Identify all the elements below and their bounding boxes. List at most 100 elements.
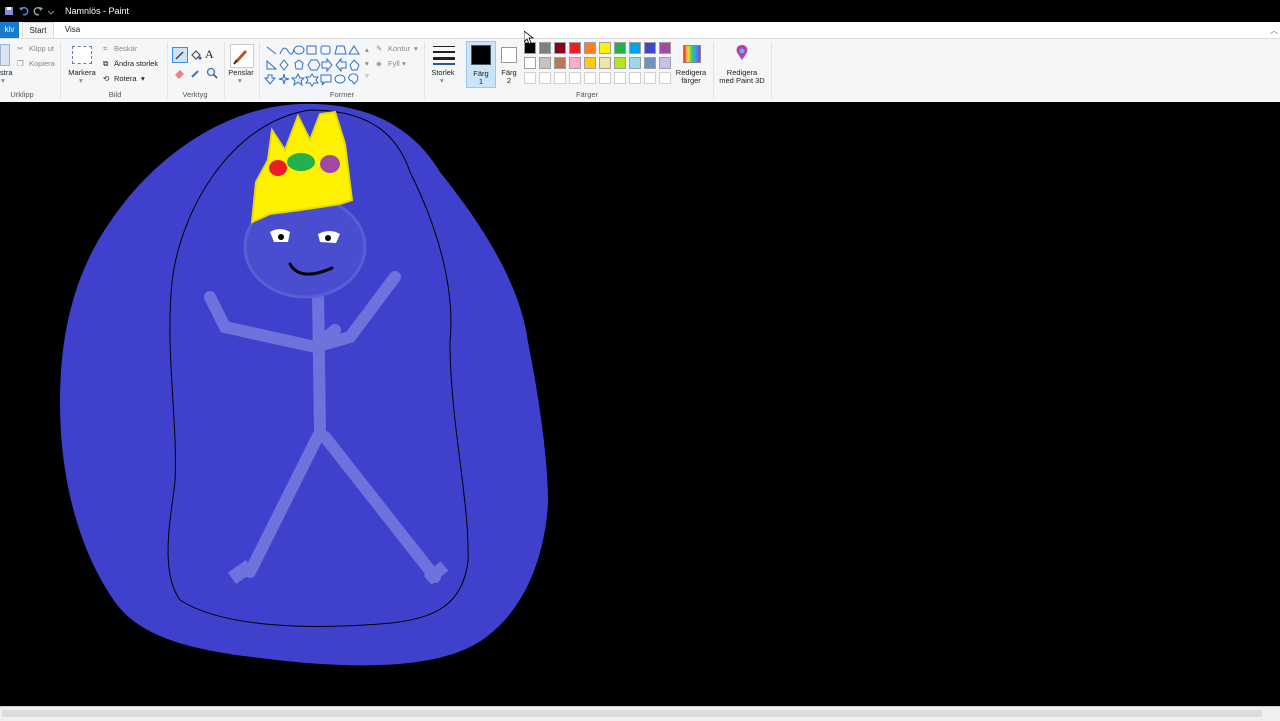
- color-swatch[interactable]: [614, 42, 626, 54]
- color-swatch[interactable]: [614, 57, 626, 69]
- paste-dropdown-icon[interactable]: ▾: [1, 76, 5, 85]
- shapes-scroll-down-icon[interactable]: ▾: [365, 59, 369, 68]
- color-swatch[interactable]: [584, 72, 596, 84]
- rotate-icon: ⟲: [103, 74, 110, 83]
- color1-label-index: 1: [478, 77, 484, 86]
- redo-icon[interactable]: [33, 6, 43, 16]
- text-icon[interactable]: A: [205, 47, 219, 61]
- color2-label-index: 2: [506, 76, 512, 85]
- group-label-image: Bild: [108, 90, 122, 99]
- group-label-clipboard: Urklipp: [10, 90, 34, 99]
- ribbon-tab-bar: kiv Start Visa ︿: [0, 22, 1280, 38]
- color-swatch[interactable]: [569, 72, 581, 84]
- ribbon-separator: [60, 42, 61, 98]
- shapes-more-icon[interactable]: ▿: [365, 71, 369, 80]
- paste-icon[interactable]: [0, 44, 10, 66]
- color2-button[interactable]: Färg 2: [496, 41, 522, 86]
- color-swatch[interactable]: [644, 57, 656, 69]
- window-title: Namnlös - Paint: [65, 6, 130, 16]
- color-swatch[interactable]: [599, 57, 611, 69]
- select-icon[interactable]: [72, 46, 92, 64]
- color-swatch[interactable]: [659, 57, 671, 69]
- color-swatch[interactable]: [584, 42, 596, 54]
- crown-gem-red: [269, 160, 287, 176]
- rotate-dropdown-icon[interactable]: ▾: [141, 74, 145, 83]
- color-swatch[interactable]: [554, 57, 566, 69]
- color-swatch[interactable]: [629, 57, 641, 69]
- color1-button[interactable]: Färg 1: [466, 41, 496, 88]
- color-palette[interactable]: [524, 42, 676, 88]
- color-swatch[interactable]: [539, 72, 551, 84]
- color-swatch[interactable]: [569, 42, 581, 54]
- brush-icon[interactable]: [230, 44, 254, 68]
- ribbon-separator: [771, 42, 772, 98]
- group-label-colors: Färger: [575, 90, 599, 99]
- color-swatch[interactable]: [539, 42, 551, 54]
- mouse-cursor-icon: [523, 30, 535, 47]
- group-label-shapes: Former: [329, 90, 355, 99]
- tab-file[interactable]: kiv: [0, 22, 19, 38]
- paint3d-icon[interactable]: [733, 44, 751, 62]
- color1-swatch: [471, 45, 491, 65]
- title-bar: Namnlös - Paint: [0, 0, 1280, 22]
- rotate-button[interactable]: Rotera: [114, 74, 137, 83]
- color-swatch[interactable]: [554, 72, 566, 84]
- color-swatch[interactable]: [659, 42, 671, 54]
- select-dropdown-icon[interactable]: ▾: [79, 76, 83, 85]
- color-swatch[interactable]: [554, 42, 566, 54]
- fill-bucket-icon[interactable]: [189, 48, 203, 62]
- ribbon-separator: [167, 42, 168, 98]
- tab-start[interactable]: Start: [22, 22, 54, 38]
- size-dropdown-icon[interactable]: ▾: [440, 76, 444, 85]
- color-swatch[interactable]: [659, 72, 671, 84]
- color-swatch[interactable]: [644, 42, 656, 54]
- horizontal-scrollbar[interactable]: [2, 710, 1262, 717]
- color-swatch[interactable]: [629, 72, 641, 84]
- copy-icon: ❐: [17, 59, 24, 68]
- magnifier-icon[interactable]: [205, 66, 219, 80]
- crown-gem-purple: [320, 155, 340, 173]
- scissors-icon: ✂: [17, 44, 24, 53]
- paint3d-label-2[interactable]: med Paint 3D: [714, 76, 770, 85]
- crown-gem-green: [287, 153, 315, 171]
- color-swatch[interactable]: [539, 57, 551, 69]
- drawing-svg[interactable]: [0, 102, 1280, 706]
- color-swatch[interactable]: [524, 57, 536, 69]
- shapes-gallery[interactable]: [263, 44, 370, 88]
- crop-button[interactable]: Beskär: [114, 44, 137, 53]
- ribbon-separator: [259, 42, 260, 98]
- drawing-canvas[interactable]: [0, 102, 1280, 706]
- size-icon[interactable]: [433, 45, 455, 65]
- color-swatch[interactable]: [569, 57, 581, 69]
- color-picker-icon[interactable]: [189, 66, 203, 80]
- edit-colors-icon[interactable]: [683, 45, 701, 63]
- customize-quick-access-icon[interactable]: [47, 9, 58, 19]
- color-swatch[interactable]: [599, 72, 611, 84]
- brushes-dropdown-icon[interactable]: ▾: [238, 76, 242, 85]
- outline-dropdown-icon[interactable]: ▾: [414, 44, 418, 53]
- shape-line-icon: [266, 46, 277, 55]
- color-swatch[interactable]: [584, 57, 596, 69]
- shapes-scroll-up-icon[interactable]: ▴: [365, 45, 369, 54]
- ribbon-separator: [424, 42, 425, 98]
- edit-colors-label-2[interactable]: färger: [672, 76, 710, 85]
- fill-button[interactable]: Fyll: [388, 59, 400, 68]
- color-swatch[interactable]: [644, 72, 656, 84]
- color-swatch[interactable]: [524, 72, 536, 84]
- color-swatch[interactable]: [614, 72, 626, 84]
- tab-view[interactable]: Visa: [60, 22, 85, 38]
- color-swatch[interactable]: [599, 42, 611, 54]
- cut-button[interactable]: Klipp ut: [29, 44, 54, 53]
- color-swatch[interactable]: [629, 42, 641, 54]
- resize-button[interactable]: Ändra storlek: [114, 59, 158, 68]
- pencil-icon[interactable]: [172, 47, 188, 63]
- copy-button[interactable]: Kopiera: [29, 59, 55, 68]
- save-icon[interactable]: [4, 6, 14, 16]
- eraser-icon[interactable]: [173, 66, 187, 80]
- crop-icon: ⌗: [103, 44, 108, 53]
- group-label-tools: Verktyg: [182, 90, 208, 99]
- fill-dropdown-icon[interactable]: ▾: [402, 59, 406, 68]
- outline-button[interactable]: Kontur: [388, 44, 410, 53]
- undo-icon[interactable]: [19, 6, 29, 16]
- ribbon-collapse-icon[interactable]: ︿: [1270, 25, 1278, 36]
